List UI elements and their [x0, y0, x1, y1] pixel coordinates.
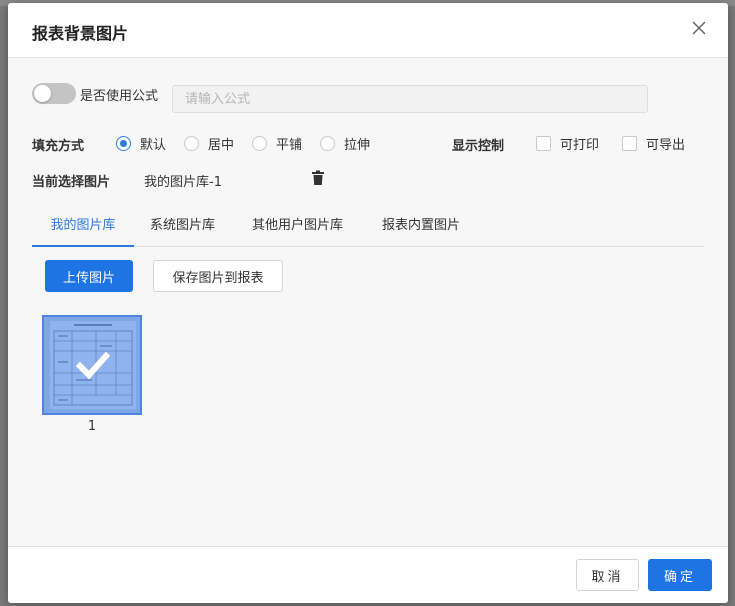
- fill-mode-label: 填充方式: [32, 139, 85, 154]
- checkmark-icon: [76, 351, 110, 380]
- close-icon[interactable]: [688, 17, 710, 39]
- tab-system-library[interactable]: 系统图片库: [150, 206, 215, 247]
- save-image-to-report-button[interactable]: 保存图片到报表: [153, 260, 283, 292]
- radio-circle: [252, 136, 267, 151]
- confirm-button[interactable]: 确定: [648, 559, 712, 591]
- fill-mode-tile-radio[interactable]: 平铺: [252, 134, 302, 153]
- cancel-button[interactable]: 取消: [576, 559, 639, 591]
- radio-label: 默认: [140, 138, 167, 153]
- upload-image-button[interactable]: 上传图片: [45, 260, 133, 292]
- radio-circle: [184, 136, 199, 151]
- printable-checkbox[interactable]: 可打印: [536, 134, 599, 153]
- tab-my-library[interactable]: 我的图片库: [32, 206, 134, 247]
- radio-circle: [320, 136, 335, 151]
- radio-label: 平铺: [276, 138, 303, 153]
- radio-label: 居中: [208, 138, 235, 153]
- checkbox-box: [536, 136, 551, 151]
- tab-other-users-library[interactable]: 其他用户图片库: [252, 206, 343, 247]
- formula-input[interactable]: [172, 85, 648, 113]
- checkbox-box: [622, 136, 637, 151]
- use-formula-toggle[interactable]: [32, 83, 76, 104]
- fill-mode-default-radio[interactable]: 默认: [116, 134, 166, 153]
- use-formula-label: 是否使用公式: [80, 89, 159, 104]
- radio-label: 拉伸: [344, 138, 371, 153]
- toggle-knob: [34, 85, 51, 102]
- dialog-title: 报表背景图片: [32, 24, 129, 43]
- dialog-header: 报表背景图片: [8, 3, 728, 58]
- current-image-label: 当前选择图片: [32, 175, 111, 190]
- image-library-tabs: 我的图片库 系统图片库 其他用户图片库 报表内置图片: [32, 206, 704, 247]
- dialog-footer: 取消 确定: [8, 546, 728, 603]
- gallery-item-caption: 1: [87, 419, 97, 434]
- checkbox-label: 可导出: [646, 138, 686, 153]
- report-background-image-dialog: 报表背景图片 是否使用公式 填充方式 默认 居中 平铺 拉伸 显示控制 可打印 …: [8, 3, 728, 603]
- gallery-item[interactable]: [42, 315, 142, 415]
- fill-mode-center-radio[interactable]: 居中: [184, 134, 234, 153]
- current-image-value: 我的图片库-1: [144, 175, 222, 190]
- tab-builtin-images[interactable]: 报表内置图片: [382, 206, 460, 247]
- fill-mode-stretch-radio[interactable]: 拉伸: [320, 134, 370, 153]
- display-control-label: 显示控制: [452, 139, 505, 154]
- trash-icon[interactable]: [311, 170, 325, 186]
- exportable-checkbox[interactable]: 可导出: [622, 134, 685, 153]
- radio-circle: [116, 136, 131, 151]
- checkbox-label: 可打印: [560, 138, 600, 153]
